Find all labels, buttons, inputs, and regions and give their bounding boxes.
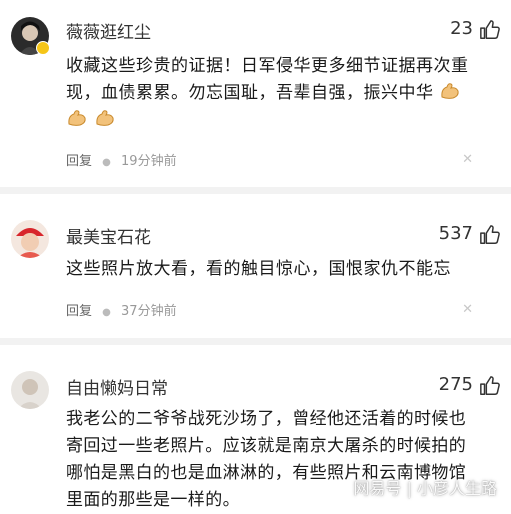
reply-button[interactable]: 回复: [66, 304, 92, 319]
flexed-biceps-icon: [96, 110, 114, 126]
divider: [0, 187, 511, 194]
username[interactable]: 薇薇逛红尘: [66, 18, 151, 43]
flexed-biceps-icon: [441, 83, 460, 99]
separator-dot: ●: [102, 307, 111, 318]
thumbs-up-icon[interactable]: [479, 224, 501, 246]
comment-item: 最美宝石花 537 这些照片放大看，看的触目惊心，国恨家仇不能忘 回复 ● 37…: [0, 194, 511, 344]
close-icon[interactable]: ✕: [462, 302, 473, 317]
like-count: 537: [438, 223, 473, 244]
thumbs-up-icon[interactable]: [479, 19, 501, 41]
flexed-biceps-icon: [68, 110, 86, 126]
comment-text: 这些照片放大看，看的触目惊心，国恨家仇不能忘: [66, 259, 451, 279]
timestamp: 19分钟前: [121, 154, 177, 169]
comment-text-content: 收藏这些珍贵的证据！日军侵华更多细节证据再次重现，血债累累。勿忘国耻，吾辈自强，…: [66, 56, 469, 103]
comment-item: 薇薇逛红尘 23 收藏这些珍贵的证据！日军侵华更多细节证据再次重现，血债累累。勿…: [0, 0, 511, 180]
like-count: 275: [438, 374, 473, 395]
timestamp: 37分钟前: [121, 304, 177, 319]
comment-line: 我老公的二爷爷战死沙场了，曾经他还活着的时候也: [66, 409, 467, 429]
comment-meta: 回复 ● 37分钟前: [66, 300, 177, 319]
comment-meta: 回复 ● 19分钟前: [66, 150, 177, 169]
comment-text: 收藏这些珍贵的证据！日军侵华更多细节证据再次重现，血债累累。勿忘国耻，吾辈自强，…: [66, 53, 497, 134]
user-avatar[interactable]: [11, 220, 49, 258]
like-count: 23: [450, 18, 473, 39]
username[interactable]: 最美宝石花: [66, 223, 151, 248]
divider: [0, 338, 511, 345]
separator-dot: ●: [102, 157, 111, 168]
reply-button[interactable]: 回复: [66, 154, 92, 169]
comment-line: 寄回过一些老照片。应该就是南京大屠杀的时候拍的: [66, 436, 467, 456]
watermark: 网易号 | 小彦人生路: [353, 479, 497, 498]
username[interactable]: 自由懒妈日常: [66, 374, 168, 399]
user-avatar[interactable]: [11, 371, 49, 409]
verified-badge-icon: [36, 41, 50, 55]
thumbs-up-icon[interactable]: [479, 375, 501, 397]
close-icon[interactable]: ✕: [462, 152, 473, 167]
